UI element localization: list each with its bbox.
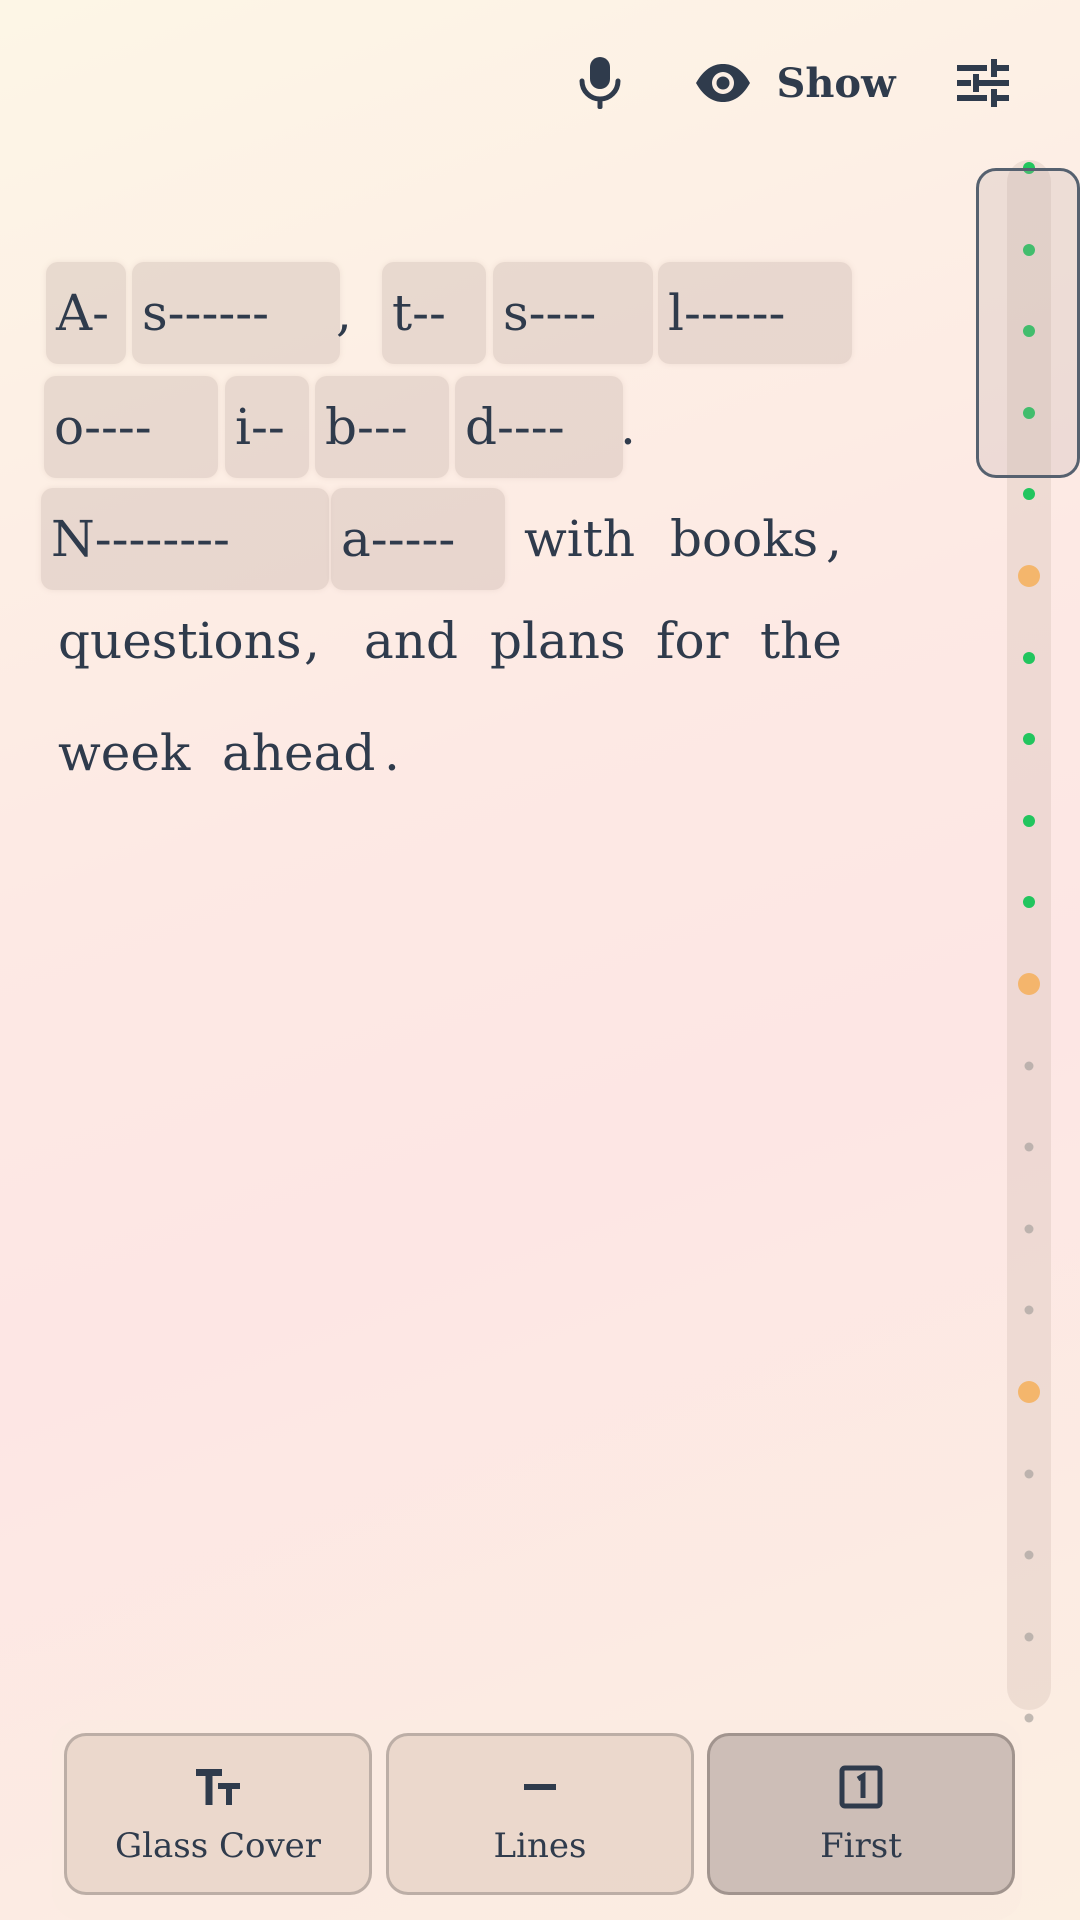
word-token[interactable]: ahead <box>212 702 382 804</box>
word-token[interactable]: week <box>48 702 198 804</box>
progress-marker-review <box>1018 565 1040 587</box>
lines-button[interactable]: Lines <box>386 1733 694 1895</box>
sliders-icon <box>957 59 1009 107</box>
progress-scroll-thumb[interactable] <box>976 168 1080 478</box>
progress-marker-pending <box>1024 1305 1034 1315</box>
dash-icon <box>524 1784 556 1790</box>
word-token[interactable]: A- <box>46 262 126 364</box>
text-size-icon <box>196 1769 240 1805</box>
progress-marker-done <box>1023 733 1035 746</box>
progress-marker-pending <box>1024 1550 1034 1560</box>
word-token[interactable]: for <box>646 590 736 692</box>
word-token: . <box>620 398 636 456</box>
glass-cover-label: Glass Cover <box>114 1826 322 1866</box>
first-button[interactable]: First <box>707 1733 1015 1895</box>
word-token[interactable]: d---- <box>455 376 623 478</box>
word-token[interactable]: o---- <box>44 376 218 478</box>
word-token: . <box>384 724 400 782</box>
first-label: First <box>820 1826 902 1866</box>
word-token[interactable]: s---- <box>493 262 653 364</box>
word-token: , <box>304 612 320 670</box>
lines-label: Lines <box>493 1826 587 1866</box>
word-token[interactable]: with <box>514 488 644 590</box>
word-token[interactable]: the <box>750 590 850 692</box>
word-token: , <box>826 510 842 568</box>
progress-marker-review <box>1018 1381 1040 1403</box>
progress-marker-done <box>1023 814 1035 827</box>
progress-marker-done <box>1023 651 1035 664</box>
word-token[interactable]: plans <box>480 590 630 692</box>
progress-marker-pending <box>1024 1224 1034 1234</box>
word-token[interactable]: a----- <box>331 488 505 590</box>
word-token[interactable]: l------ <box>658 262 852 364</box>
word-token[interactable]: questions <box>48 590 304 692</box>
word-token: , <box>336 284 352 342</box>
word-token[interactable]: i-- <box>225 376 309 478</box>
number-one-box-icon <box>839 1765 883 1809</box>
progress-marker-pending <box>1024 1632 1034 1642</box>
progress-marker-pending <box>1024 1713 1034 1723</box>
progress-marker-pending <box>1024 1469 1034 1479</box>
progress-marker-review <box>1018 973 1040 995</box>
progress-marker-pending <box>1024 1142 1034 1152</box>
word-token[interactable]: and <box>354 590 470 692</box>
glass-cover-button[interactable]: Glass Cover <box>64 1733 372 1895</box>
word-token[interactable]: t-- <box>382 262 486 364</box>
reading-passage: A- s------ , t-- s---- l------ o---- i--… <box>0 0 960 900</box>
word-token[interactable]: books <box>660 488 830 590</box>
word-token[interactable]: N-------- <box>41 488 329 590</box>
word-token[interactable]: s------ <box>132 262 340 364</box>
progress-marker-done <box>1023 488 1035 501</box>
progress-marker-pending <box>1024 1061 1034 1071</box>
word-token[interactable]: b--- <box>315 376 449 478</box>
progress-marker-done <box>1023 896 1035 909</box>
